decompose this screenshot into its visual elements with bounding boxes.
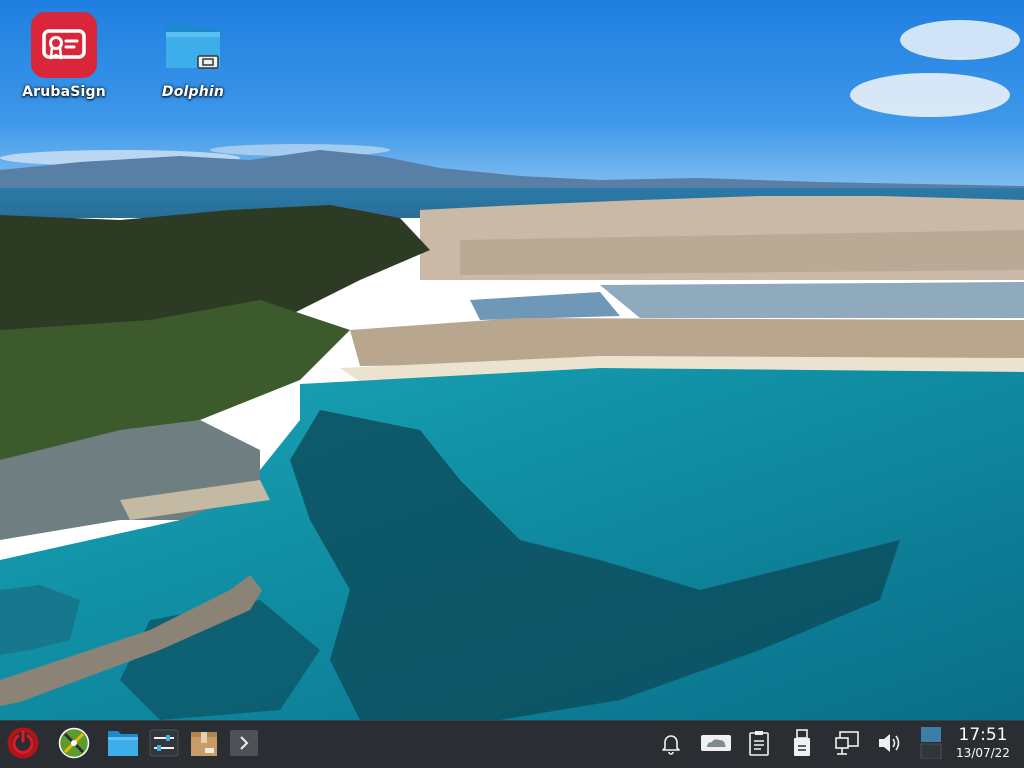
removable-devices-button[interactable] — [787, 729, 817, 761]
compass-app-icon — [58, 727, 90, 763]
volume-icon — [876, 731, 904, 759]
usb-device-icon — [791, 729, 813, 761]
power-circle-icon — [6, 726, 40, 764]
taskbar: 17:51 13/07/22 — [0, 720, 1024, 768]
arubasign-certificate-icon — [31, 12, 97, 78]
taskbar-app-compass[interactable] — [56, 727, 92, 763]
desktop-icon-dolphin[interactable]: Dolphin — [145, 12, 241, 100]
volume-button[interactable] — [875, 729, 905, 761]
chevron-right-icon — [229, 729, 259, 761]
notifications-button[interactable] — [656, 729, 686, 761]
desktop-icon-arubasign[interactable]: ArubaSign — [16, 12, 112, 100]
clock-time: 17:51 — [958, 725, 1008, 745]
digital-clock[interactable]: 17:51 13/07/22 — [950, 725, 1016, 761]
taskbar-app-terminal[interactable] — [226, 727, 262, 763]
desktop-icon-label: Dolphin — [161, 84, 225, 100]
network-icon — [834, 730, 860, 760]
desktop-pager[interactable] — [917, 727, 945, 763]
clipboard-button[interactable] — [744, 729, 774, 761]
desktop-pager-icon — [920, 727, 942, 763]
taskbar-app-files[interactable] — [105, 727, 141, 763]
sliders-settings-icon — [149, 729, 179, 761]
clipboard-icon — [747, 730, 771, 760]
cloud-drive-icon — [700, 732, 732, 758]
cloud-drive-button[interactable] — [698, 729, 734, 761]
taskbar-app-archive[interactable] — [186, 727, 222, 763]
folder-icon — [160, 12, 226, 78]
desktop-wallpaper — [0, 0, 1024, 720]
bell-icon — [659, 731, 683, 759]
taskbar-app-settings[interactable] — [146, 727, 182, 763]
folder-icon — [107, 729, 139, 761]
clock-date: 13/07/22 — [956, 746, 1010, 760]
package-box-icon — [189, 728, 219, 762]
desktop-icon-label: ArubaSign — [22, 84, 106, 100]
network-button[interactable] — [832, 729, 862, 761]
application-launcher-button[interactable] — [5, 727, 41, 763]
